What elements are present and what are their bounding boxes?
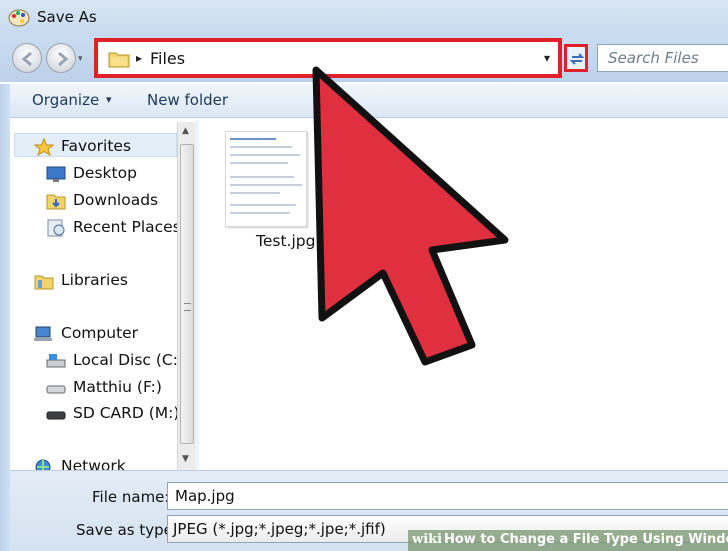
- file-thumbnail[interactable]: [225, 131, 307, 227]
- grip-icon: [184, 303, 191, 311]
- desktop-icon: [46, 166, 66, 182]
- recent-places-icon: [47, 219, 65, 237]
- watermark-brand: wiki: [412, 532, 443, 547]
- forward-icon: [58, 51, 69, 67]
- computer-icon: [34, 326, 52, 341]
- search-input[interactable]: Search Files: [597, 44, 728, 72]
- refresh-icon: [569, 53, 585, 65]
- watermark-text: How to Change a File Type Using Windows: [444, 532, 728, 547]
- nav-scrollbar[interactable]: ▲ ▼: [177, 122, 195, 470]
- nav-matthiu-label: Matthiu (F:): [73, 378, 162, 396]
- scroll-down-icon[interactable]: ▼: [182, 454, 189, 464]
- file-name-test[interactable]: Test.jpg: [256, 232, 315, 250]
- refresh-button[interactable]: [564, 44, 588, 72]
- file-name-label: File name:: [92, 488, 170, 506]
- new-folder-button[interactable]: New folder: [147, 91, 228, 109]
- address-bar[interactable]: ▸ Files ▾: [94, 38, 562, 78]
- folder-icon: [108, 52, 130, 68]
- back-icon: [21, 51, 32, 67]
- scroll-up-icon[interactable]: ▲: [182, 126, 189, 136]
- nav-local-disc-label: Local Disc (C:): [73, 351, 185, 369]
- command-toolbar: Organize ▾ New folder: [10, 84, 728, 118]
- nav-sd-card-label: SD CARD (M:): [73, 404, 180, 422]
- downloads-icon: [46, 194, 66, 210]
- window-title: Save As: [37, 8, 97, 26]
- breadcrumb-separator[interactable]: ▸: [136, 51, 142, 65]
- save-type-value: JPEG (*.jpg;*.jpeg;*.jpe;*.jfif): [173, 520, 386, 538]
- usb-drive-icon: [46, 385, 66, 394]
- star-icon: [34, 138, 54, 156]
- breadcrumb-files[interactable]: Files: [150, 49, 185, 68]
- file-name-value: Map.jpg: [175, 487, 235, 505]
- chevron-down-icon[interactable]: ▾: [106, 93, 112, 106]
- window-frame: [0, 84, 10, 551]
- watermark: wiki How to Change a File Type Using Win…: [408, 530, 728, 551]
- paint-app-icon: [8, 9, 30, 27]
- search-placeholder: Search Files: [608, 49, 699, 67]
- libraries-icon: [34, 275, 54, 290]
- nav-libraries-label: Libraries: [61, 271, 128, 289]
- back-button[interactable]: [12, 43, 42, 73]
- file-name-field[interactable]: Map.jpg: [167, 482, 728, 510]
- forward-button[interactable]: [46, 43, 76, 73]
- save-type-label: Save as type:: [76, 521, 178, 539]
- history-dropdown[interactable]: ▾: [78, 54, 83, 64]
- nav-recent-places-label: Recent Places: [73, 218, 181, 236]
- title-bar: Save As: [0, 0, 728, 36]
- sd-card-icon: [46, 411, 66, 420]
- address-dropdown[interactable]: ▾: [544, 51, 550, 65]
- drive-icon: [46, 354, 66, 368]
- nav-favorites-label: Favorites: [61, 137, 132, 155]
- nav-downloads-label: Downloads: [73, 191, 159, 209]
- scroll-thumb[interactable]: [180, 144, 194, 444]
- nav-computer-label: Computer: [61, 324, 139, 342]
- nav-desktop-label: Desktop: [73, 164, 137, 182]
- organize-button[interactable]: Organize: [32, 91, 99, 109]
